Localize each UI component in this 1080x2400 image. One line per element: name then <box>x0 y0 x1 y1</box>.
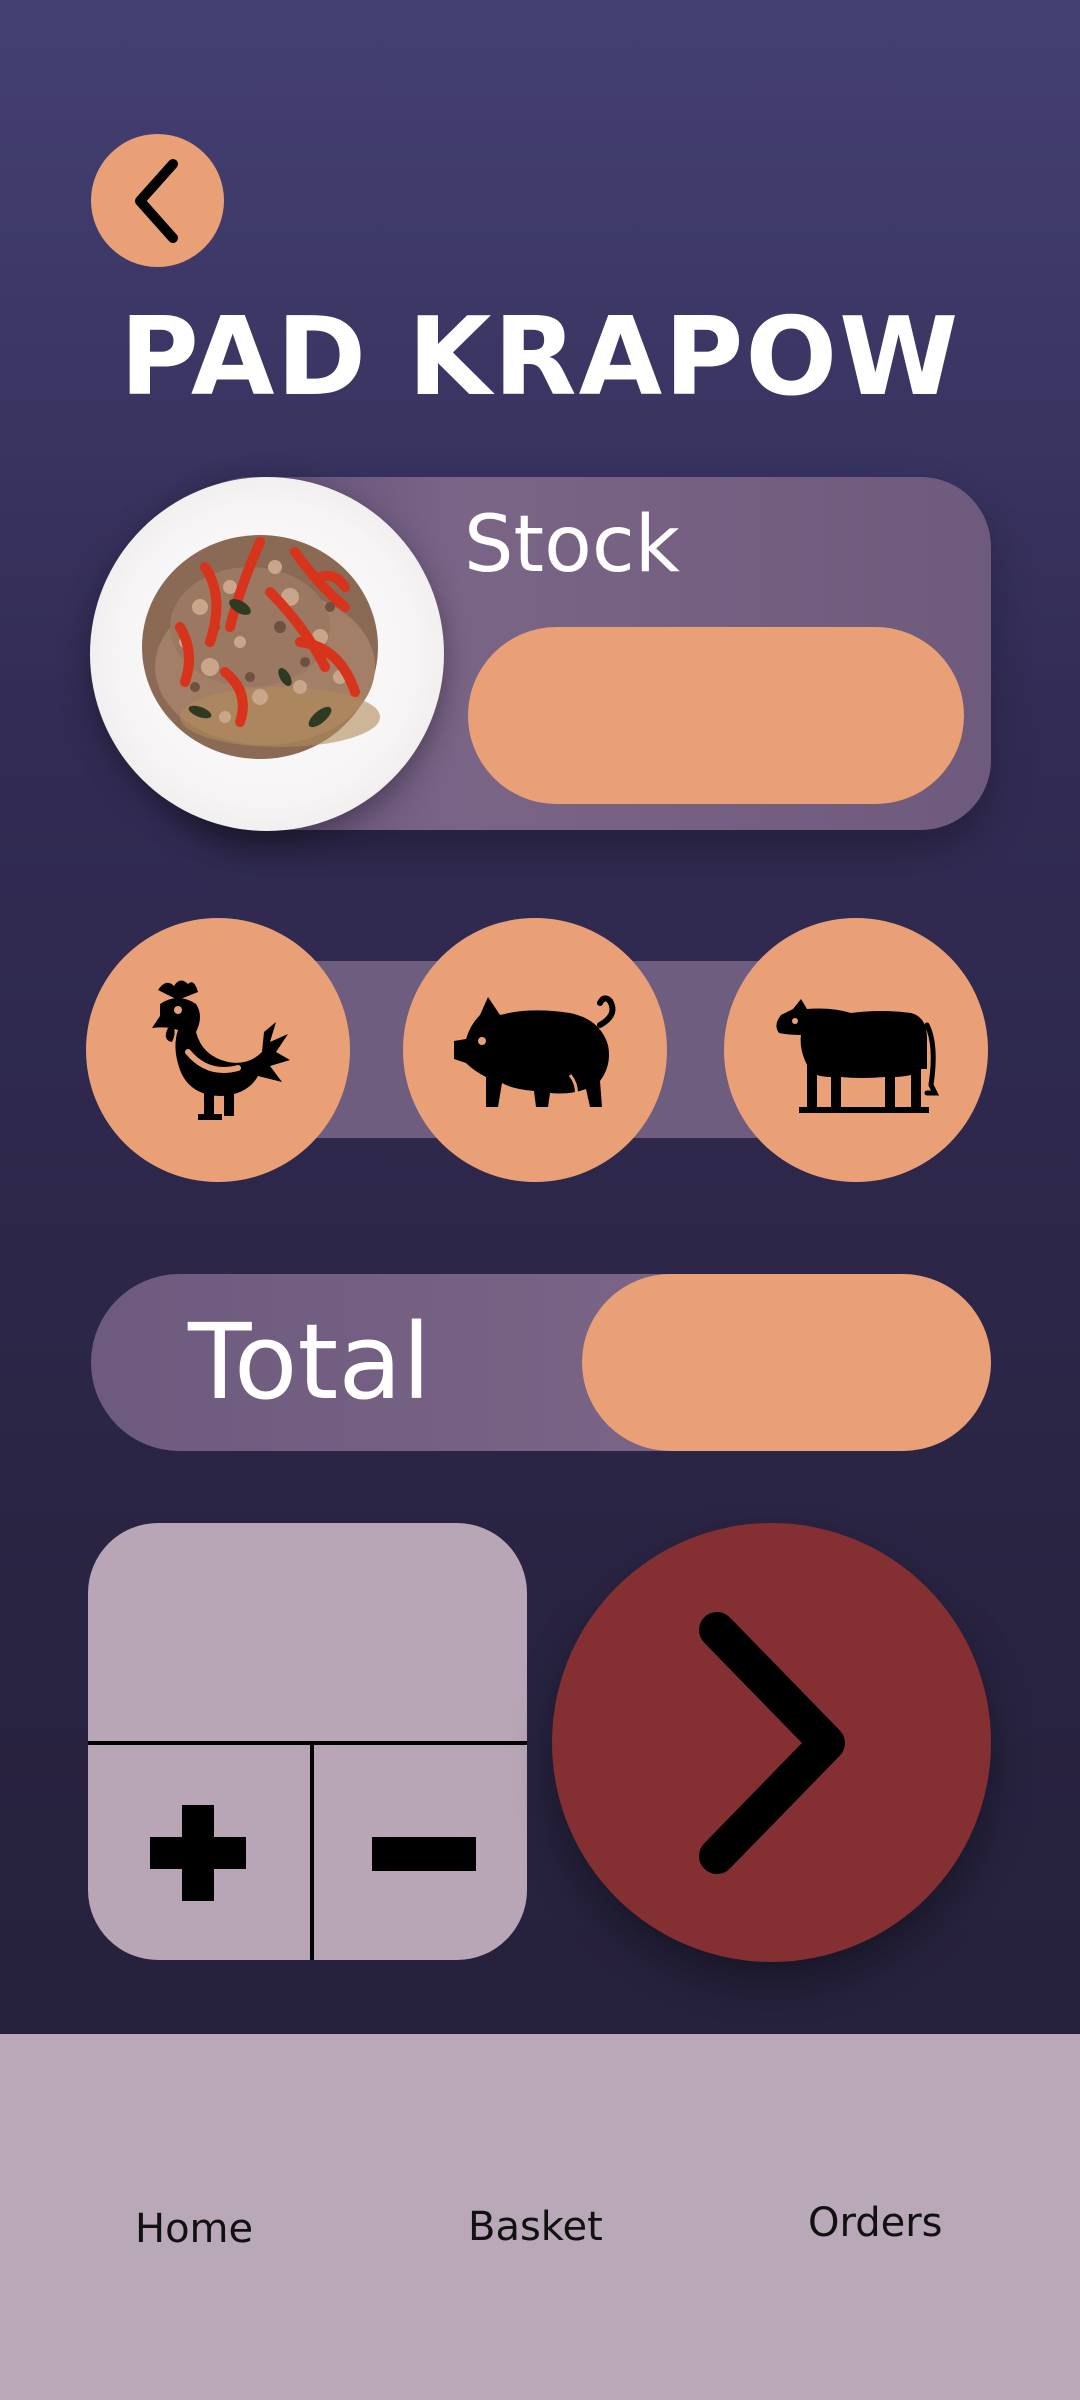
pig-icon <box>454 995 616 1107</box>
back-button[interactable] <box>91 134 224 267</box>
page-title: PAD KRAPOW <box>119 295 961 420</box>
bottom-nav: Home Basket Orders <box>0 2034 1080 2400</box>
decrease-button[interactable] <box>314 1745 527 1960</box>
quantity-stepper <box>88 1523 527 1960</box>
minus-icon <box>372 1836 476 1871</box>
screen: PAD KRAPOW Stock Total Home Basket Order… <box>0 0 1080 2400</box>
total-value <box>582 1274 991 1451</box>
stock-label: Stock <box>464 500 680 590</box>
chevron-left-icon <box>134 158 178 243</box>
chicken-button[interactable] <box>86 918 350 1182</box>
nav-basket[interactable]: Basket <box>468 2202 603 2252</box>
nav-orders[interactable]: Orders <box>808 2198 943 2248</box>
quantity-display <box>88 1523 527 1741</box>
beef-button[interactable] <box>724 918 988 1182</box>
stock-value <box>468 627 964 804</box>
dish-image <box>90 477 444 831</box>
plus-icon <box>150 1804 246 1901</box>
chicken-icon <box>152 980 290 1120</box>
total-label: Total <box>188 1301 431 1423</box>
chevron-right-icon <box>698 1611 845 1874</box>
cow-icon <box>776 999 940 1113</box>
increase-button[interactable] <box>88 1745 308 1960</box>
next-button[interactable] <box>552 1523 991 1962</box>
nav-home[interactable]: Home <box>135 2204 253 2254</box>
pork-button[interactable] <box>403 918 667 1182</box>
